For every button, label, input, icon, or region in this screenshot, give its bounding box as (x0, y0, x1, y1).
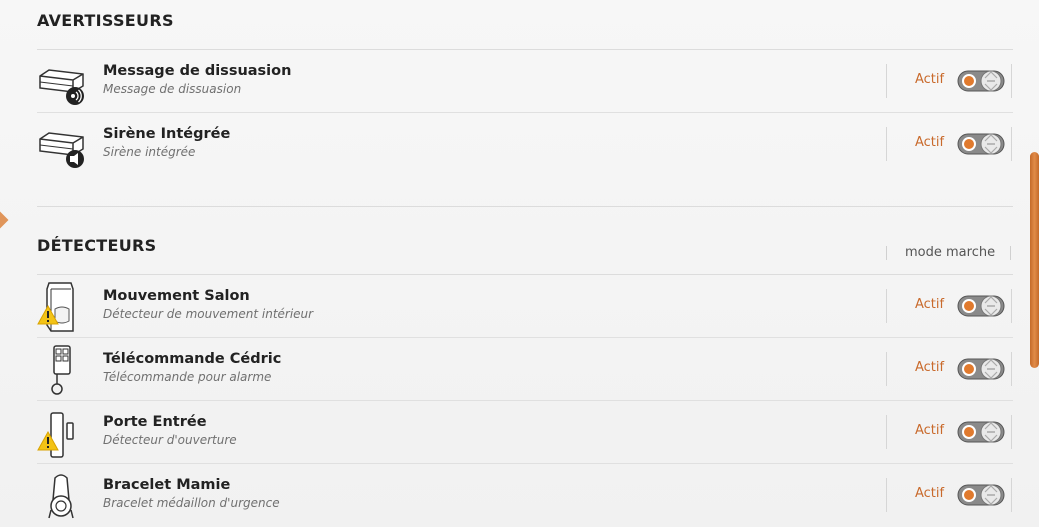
item-name: Porte Entrée (103, 414, 207, 430)
column-separator (886, 64, 887, 98)
item-name: Sirène Intégrée (103, 126, 231, 142)
status-label: Actif (915, 486, 945, 501)
item-name: Bracelet Mamie (103, 477, 231, 493)
section-title-detecteurs: DÉTECTEURS (37, 236, 157, 255)
list-item-bracelet-mamie[interactable]: Bracelet Mamie Bracelet médaillon d'urge… (37, 464, 1013, 527)
status-label: Actif (915, 423, 945, 438)
section-title-avertisseurs: AVERTISSEURS (37, 11, 174, 30)
item-subtitle: Télécommande pour alarme (103, 370, 272, 384)
list-item-mouvement-salon[interactable]: Mouvement Salon Détecteur de mouvement i… (37, 275, 1013, 338)
column-separator (1011, 64, 1012, 98)
toggle-switch[interactable] (957, 357, 1005, 381)
warning-icon (37, 431, 59, 451)
scrollbar-thumb[interactable] (1030, 152, 1039, 368)
column-separator (886, 246, 887, 260)
status-label: Actif (915, 135, 945, 150)
toggle-switch[interactable] (957, 294, 1005, 318)
item-subtitle: Détecteur de mouvement intérieur (103, 307, 314, 321)
toggle-switch[interactable] (957, 69, 1005, 93)
status-label: Actif (915, 72, 945, 87)
column-header-mode-marche: mode marche (905, 245, 996, 260)
toggle-switch[interactable] (957, 132, 1005, 156)
item-subtitle: Sirène intégrée (103, 145, 196, 159)
column-separator (1011, 352, 1012, 386)
item-subtitle: Message de dissuasion (103, 82, 242, 96)
status-label: Actif (915, 297, 945, 312)
column-separator (886, 289, 887, 323)
item-subtitle: Bracelet médaillon d'urgence (103, 496, 280, 510)
section-divider (37, 206, 1013, 207)
column-separator (886, 415, 887, 449)
column-separator (886, 478, 887, 512)
item-name: Télécommande Cédric (103, 351, 282, 367)
list-item-message-dissuasion[interactable]: Message de dissuasion Message de dissuas… (37, 50, 1013, 113)
siren-icon (39, 132, 84, 168)
item-name: Message de dissuasion (103, 63, 292, 79)
column-separator (1010, 246, 1011, 260)
column-separator (1011, 127, 1012, 161)
emergency-bracelet-icon (48, 474, 74, 519)
item-name: Mouvement Salon (103, 288, 250, 304)
status-label: Actif (915, 360, 945, 375)
column-separator (886, 352, 887, 386)
list-item-porte-entree[interactable]: Porte Entrée Détecteur d'ouverture Actif (37, 401, 1013, 464)
list-item-sirene-integree[interactable]: Sirène Intégrée Sirène intégrée Actif (37, 113, 1013, 176)
column-separator (1011, 478, 1012, 512)
speaker-sound-icon (39, 69, 84, 105)
remote-control-icon (51, 345, 71, 395)
column-separator (886, 127, 887, 161)
toggle-switch[interactable] (957, 420, 1005, 444)
column-separator (1011, 289, 1012, 323)
toggle-switch[interactable] (957, 483, 1005, 507)
warning-icon (37, 305, 59, 325)
column-separator (1011, 415, 1012, 449)
collapse-arrow-icon[interactable] (0, 211, 9, 229)
list-item-telecommande-cedric[interactable]: Télécommande Cédric Télécommande pour al… (37, 338, 1013, 401)
item-subtitle: Détecteur d'ouverture (103, 433, 237, 447)
